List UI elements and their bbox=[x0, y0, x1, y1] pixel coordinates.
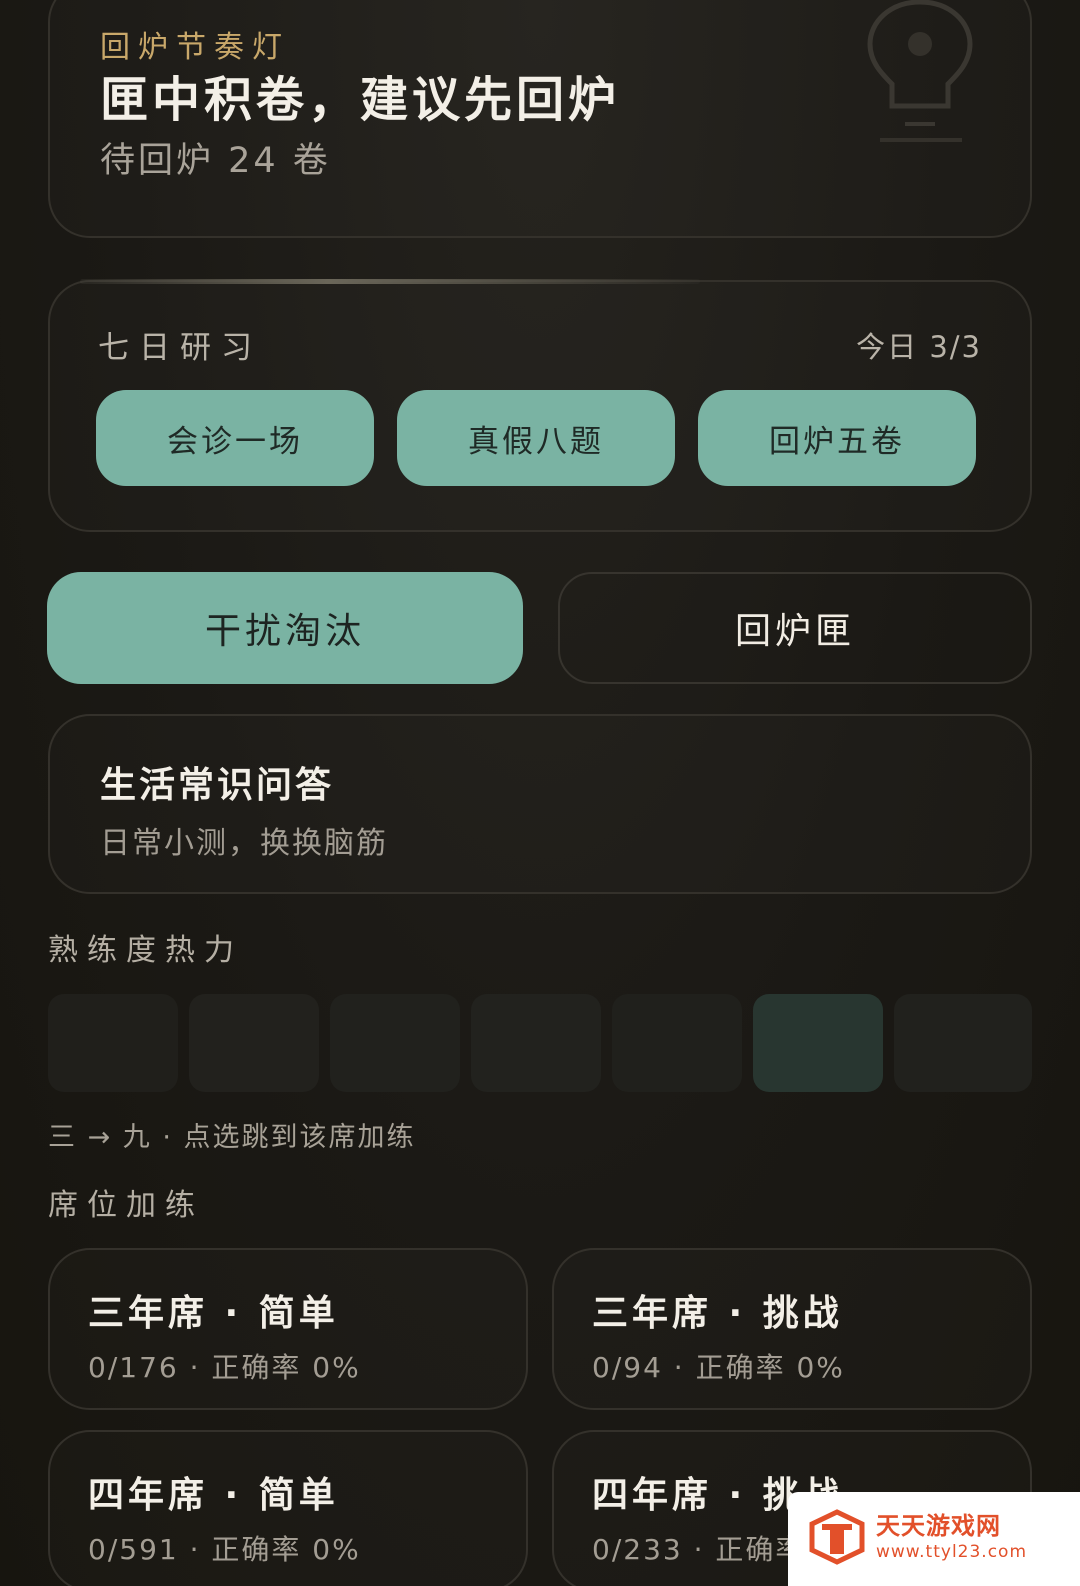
heat-section-label: 熟练度热力 bbox=[48, 933, 243, 968]
seat-section-label: 席位加练 bbox=[48, 1188, 204, 1223]
site-watermark: 天天游戏网 www.ttyl23.com bbox=[788, 1492, 1080, 1586]
heat-cell[interactable] bbox=[894, 994, 1032, 1092]
task-review-button[interactable]: 回炉五卷 bbox=[698, 390, 976, 486]
watermark-logo-icon bbox=[809, 1509, 865, 1565]
heat-cell[interactable] bbox=[471, 994, 601, 1092]
seat-title: 四年席 · 简单 bbox=[88, 1475, 339, 1516]
category-name: 生活常识问答 bbox=[100, 765, 335, 806]
proficiency-heatmap bbox=[48, 994, 1032, 1092]
weekly-title: 七日研习 bbox=[98, 330, 262, 366]
weekly-study-card: 七日研习 今日 3/3 会诊一场 真假八题 回炉五卷 bbox=[48, 279, 1032, 532]
seat-card[interactable]: 四年席 · 简单 0/591 · 正确率 0% bbox=[48, 1430, 528, 1586]
seat-stats: 0/94 · 正确率 0% bbox=[592, 1351, 845, 1384]
seat-stats: 0/176 · 正确率 0% bbox=[88, 1351, 361, 1384]
review-rhythm-card[interactable]: 回炉节奏灯 匣中积卷，建议先回炉 待回炉 24 卷 bbox=[48, 0, 1032, 238]
daily-progress: 今日 3/3 bbox=[856, 330, 982, 364]
watermark-url: www.ttyl23.com bbox=[876, 1542, 1028, 1562]
seat-stats: 0/591 · 正确率 0% bbox=[88, 1533, 361, 1566]
heat-cell[interactable] bbox=[612, 994, 742, 1092]
task-true-false-button[interactable]: 真假八题 bbox=[397, 390, 675, 486]
heat-cell[interactable] bbox=[330, 994, 460, 1092]
seat-card[interactable]: 三年席 · 简单 0/176 · 正确率 0% bbox=[48, 1248, 528, 1410]
banner-subtitle: 待回炉 24 卷 bbox=[100, 141, 331, 181]
heat-cell[interactable] bbox=[48, 994, 178, 1092]
category-description: 日常小测，换换脑筋 bbox=[100, 826, 388, 861]
seat-title: 三年席 · 挑战 bbox=[592, 1293, 843, 1334]
category-card[interactable]: 生活常识问答 日常小测，换换脑筋 bbox=[48, 714, 1032, 894]
distractor-elimination-button[interactable]: 干扰淘汰 bbox=[47, 572, 523, 684]
watermark-name: 天天游戏网 bbox=[876, 1512, 1001, 1540]
review-box-button[interactable]: 回炉匣 bbox=[558, 572, 1032, 684]
task-consult-button[interactable]: 会诊一场 bbox=[96, 390, 374, 486]
banner-headline: 匣中积卷，建议先回炉 bbox=[100, 72, 621, 128]
lightbulb-icon bbox=[867, 0, 973, 142]
seat-card[interactable]: 三年席 · 挑战 0/94 · 正确率 0% bbox=[552, 1248, 1032, 1410]
heat-cell-highlighted[interactable] bbox=[753, 994, 883, 1092]
heatmap-hint: 三 → 九 · 点选跳到该席加练 bbox=[48, 1122, 416, 1153]
heat-cell[interactable] bbox=[189, 994, 319, 1092]
app-screen: 回炉节奏灯 匣中积卷，建议先回炉 待回炉 24 卷 七日研习 今日 3/3 会诊… bbox=[0, 0, 1080, 1586]
seat-title: 三年席 · 简单 bbox=[88, 1293, 339, 1334]
card-accent-line bbox=[80, 279, 700, 284]
